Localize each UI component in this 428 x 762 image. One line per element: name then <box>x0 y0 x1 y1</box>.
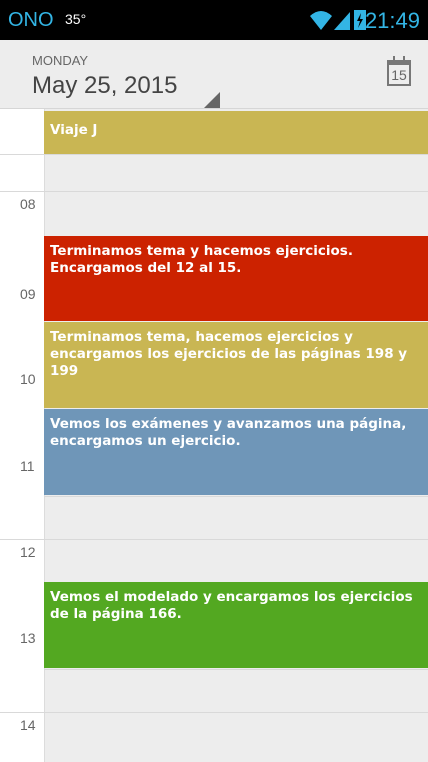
event-title: Terminamos tema, hacemos ejercicios y en… <box>50 329 408 379</box>
go-to-today-calendar-icon[interactable]: 15 <box>387 56 411 86</box>
event-block[interactable]: Viaje J <box>44 111 428 154</box>
hour-label: 09 <box>20 286 36 302</box>
status-bar: ONO 35° 21:49 <box>0 0 428 40</box>
date-label[interactable]: May 25, 2015 <box>32 72 177 100</box>
event-block[interactable]: Vemos los exámenes y avanzamos una págin… <box>44 409 428 495</box>
hour-label: 11 <box>20 458 35 474</box>
event-title: Terminamos tema y hacemos ejercicios. En… <box>50 243 353 276</box>
event-title: Viaje J <box>50 122 98 138</box>
temperature-label: 35° <box>65 11 87 27</box>
signal-icon <box>334 12 350 30</box>
event-block[interactable]: Terminamos tema y hacemos ejercicios. En… <box>44 236 428 321</box>
event-title: Vemos los exámenes y avanzamos una págin… <box>50 416 407 449</box>
event-block[interactable]: Terminamos tema, hacemos ejercicios y en… <box>44 322 428 408</box>
day-view-grid[interactable]: 08 09 10 11 12 13 14 Viaje J Terminamos … <box>0 109 428 762</box>
hour-label: 08 <box>20 196 36 212</box>
hour-label: 14 <box>20 717 36 733</box>
event-block[interactable]: Vemos el modelado y encargamos los ejerc… <box>44 582 428 668</box>
hour-label: 12 <box>20 544 36 560</box>
carrier-label: ONO <box>8 9 54 31</box>
dropdown-indicator-icon[interactable] <box>204 92 220 108</box>
clock-label: 21:49 <box>364 8 420 33</box>
day-header[interactable]: MONDAY May 25, 2015 15 <box>0 40 428 109</box>
day-of-week-label: MONDAY <box>32 53 89 68</box>
hour-label: 10 <box>20 371 36 387</box>
wifi-icon <box>310 11 332 30</box>
event-title: Vemos el modelado y encargamos los ejerc… <box>50 589 413 622</box>
hour-label: 13 <box>20 630 36 646</box>
status-icons <box>310 10 366 30</box>
